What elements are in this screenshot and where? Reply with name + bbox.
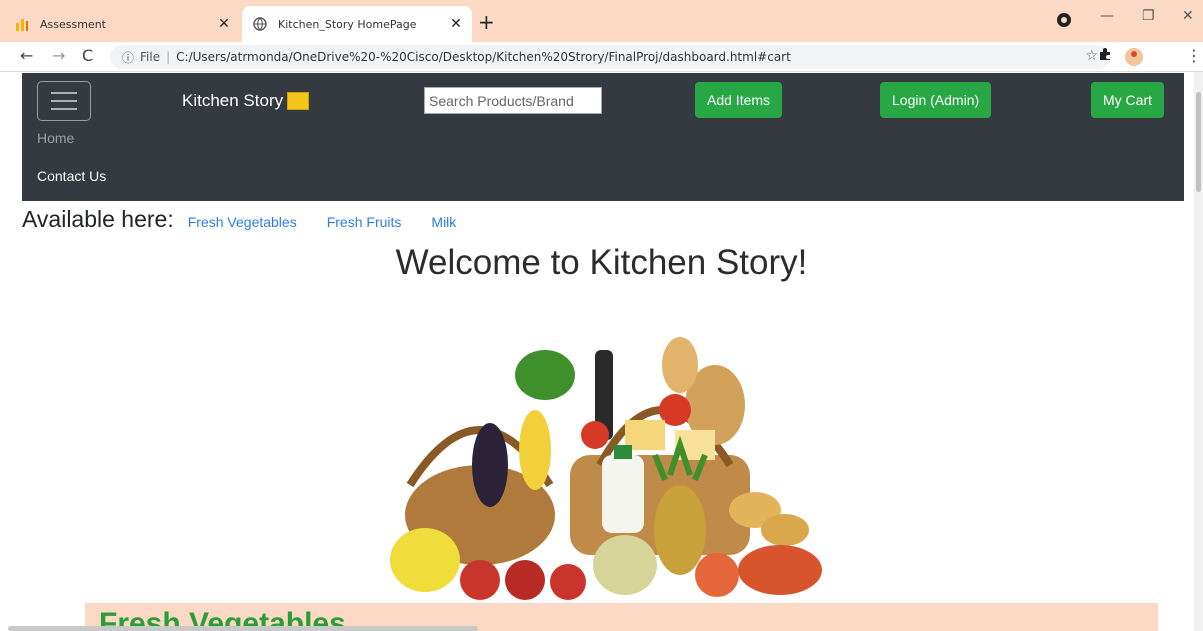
bar-chart-icon (14, 16, 30, 32)
close-window-button[interactable]: ✕ (1182, 8, 1194, 24)
hamburger-line (51, 100, 77, 102)
link-fresh-fruits[interactable]: Fresh Fruits (327, 214, 402, 230)
horizontal-scrollbar[interactable] (8, 626, 478, 631)
nav-link-home[interactable]: Home (37, 130, 74, 146)
close-icon[interactable]: ✕ (214, 16, 234, 32)
link-milk[interactable]: Milk (431, 214, 456, 230)
restore-button[interactable]: ❐ (1142, 8, 1155, 24)
profile-avatar-icon[interactable] (1125, 48, 1143, 66)
brand-name: Kitchen Story (182, 91, 284, 110)
scheme-label: File (140, 50, 161, 64)
my-cart-button[interactable]: My Cart (1091, 82, 1164, 118)
media-control-icon[interactable] (1057, 13, 1071, 27)
address-bar-row: ← → C ⓘ File | C:/Users/atrmonda/OneDriv… (0, 42, 1203, 72)
available-row: Available here: Fresh Vegetables Fresh F… (22, 206, 486, 233)
brand[interactable]: Kitchen Story (182, 91, 310, 111)
tab-kitchen-story[interactable]: Kitchen_Story HomePage ✕ (242, 6, 472, 42)
hamburger-line (51, 92, 77, 94)
globe-icon (252, 16, 268, 32)
add-items-button[interactable]: Add Items (695, 82, 783, 118)
brand-logo-icon (287, 92, 310, 110)
close-icon[interactable]: ✕ (446, 16, 466, 32)
hamburger-line (51, 108, 77, 110)
available-title: Available here: (22, 206, 174, 232)
search-input[interactable] (424, 87, 602, 114)
minimize-button[interactable]: — (1100, 8, 1114, 24)
info-icon[interactable]: ⓘ (122, 49, 134, 66)
tab-title: Kitchen_Story HomePage (278, 17, 417, 31)
omnibox[interactable]: ⓘ File | C:/Users/atrmonda/OneDrive%20-%… (110, 45, 1110, 69)
back-button[interactable]: ← (20, 46, 33, 65)
nav-link-contact-us[interactable]: Contact Us (37, 168, 106, 184)
link-fresh-vegetables[interactable]: Fresh Vegetables (188, 214, 297, 230)
scrollbar-thumb[interactable] (1196, 92, 1201, 192)
navbar-toggler-button[interactable] (37, 81, 91, 121)
extensions-icon[interactable] (1098, 47, 1112, 65)
vertical-scrollbar[interactable] (1194, 72, 1203, 631)
bookmark-star-icon[interactable]: ☆ (1085, 48, 1098, 64)
browser-tab-bar: Assessment ✕ Kitchen_Story HomePage ✕ + … (0, 0, 1203, 42)
grocery-basket-image (390, 337, 822, 600)
url-text[interactable]: C:/Users/atrmonda/OneDrive%20-%20Cisco/D… (176, 50, 791, 64)
site-navbar: Kitchen Story Add Items Login (Admin) My… (22, 73, 1184, 201)
new-tab-button[interactable]: + (478, 10, 495, 34)
login-admin-button[interactable]: Login (Admin) (880, 82, 992, 118)
menu-kebab-icon[interactable]: ⋮ (1186, 46, 1202, 65)
welcome-heading: Welcome to Kitchen Story! (395, 243, 808, 282)
tab-title: Assessment (40, 17, 106, 31)
reload-button[interactable]: C (82, 46, 93, 65)
divider: | (166, 50, 171, 64)
tab-assessment[interactable]: Assessment ✕ (14, 6, 240, 42)
forward-button[interactable]: → (52, 46, 65, 65)
